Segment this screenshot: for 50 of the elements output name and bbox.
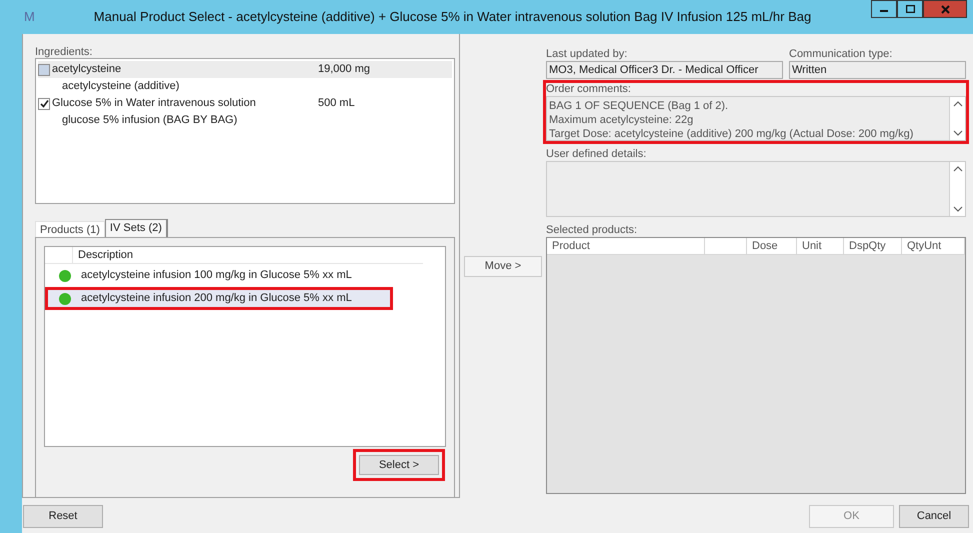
- field-label: Last updated by:: [546, 48, 628, 61]
- maximize-button[interactable]: [897, 0, 923, 18]
- column-header[interactable]: DspQty: [844, 238, 902, 254]
- tab[interactable]: IV Sets (2): [104, 219, 168, 237]
- product-description: acetylcysteine infusion 200 mg/kg in Glucose 5% xx mL: [80, 291, 352, 306]
- column-header[interactable]: QtyUnt: [902, 238, 965, 254]
- tab[interactable]: Products (1): [35, 221, 105, 237]
- comment-line: Maximum acetylcysteine: 22g: [549, 113, 694, 127]
- product-row[interactable]: acetylcysteine infusion 200 mg/kg in Glucose 5% xx mL: [48, 290, 390, 307]
- ingredient-amount: 19,000 mg: [318, 62, 370, 78]
- column-header[interactable]: Dose: [747, 238, 797, 254]
- communication-type-field[interactable]: Written: [789, 61, 966, 79]
- field-label: Order comments:: [546, 83, 632, 96]
- column-header[interactable]: Description: [73, 247, 134, 263]
- comment-line: BAG 1 OF SEQUENCE (Bag 1 of 2).: [549, 99, 730, 113]
- product-description: acetylcysteine infusion 100 mg/kg in Glucose 5% xx mL: [80, 268, 352, 284]
- reset-button[interactable]: Reset: [23, 505, 103, 528]
- scrollbar[interactable]: [949, 162, 965, 216]
- column-header[interactable]: Product: [547, 238, 705, 254]
- checkbox[interactable]: [38, 64, 50, 76]
- close-icon: [940, 4, 950, 14]
- column-header[interactable]: Unit: [797, 238, 844, 254]
- maximize-icon: [906, 5, 914, 13]
- user-defined-field[interactable]: [546, 161, 966, 217]
- ingredient-name: Glucose 5% in Water intravenous solution: [52, 96, 257, 112]
- field-label: User defined details:: [546, 147, 648, 161]
- status-dot-icon: [59, 292, 71, 304]
- ingredient-detail: acetylcysteine (additive): [61, 79, 180, 94]
- comment-line: Target Dose: acetylcysteine (additive) 200 mg/kg (Actual Dose: 200 mg/kg): [549, 127, 914, 141]
- app-icon: M: [24, 7, 42, 27]
- cancel-button[interactable]: Cancel: [899, 505, 969, 528]
- order-comments-field[interactable]: BAG 1 OF SEQUENCE (Bag 1 of 2). Maximum acetylcysteine: 22g Target Dose: acetylcysteine (additive) 200 mg/kg (Actual Dose: 200 mg/kg): [546, 96, 966, 141]
- product-row[interactable]: acetylcysteine infusion 100 mg/kg in Glucose 5% xx mL: [48, 267, 390, 284]
- field-label: Selected products:: [546, 223, 638, 237]
- checkbox[interactable]: [38, 98, 50, 110]
- move-button[interactable]: Move >: [464, 256, 542, 276]
- ingredient-row[interactable]: Glucose 5% in Water intravenous solution 500 mL: [38, 95, 452, 112]
- window-title: Manual Product Select - acetylcysteine (additive) + Glucose 5% in Water intravenous solution Bag IV Infusion 125 mL/hr Bag: [94, 8, 812, 26]
- close-button[interactable]: [923, 0, 967, 18]
- ingredient-row[interactable]: acetylcysteine 19,000 mg: [38, 61, 452, 78]
- status-dot-icon: [59, 270, 71, 282]
- ingredient-amount: 500 mL: [318, 96, 355, 112]
- ingredient-detail: glucose 5% infusion (BAG BY BAG): [61, 113, 238, 128]
- select-button[interactable]: Select >: [359, 455, 439, 475]
- ingredient-name: acetylcysteine: [52, 62, 122, 78]
- scrollbar[interactable]: [949, 97, 965, 140]
- last-updated-field[interactable]: MO3, Medical Officer3 Dr. - Medical Officer: [546, 61, 783, 79]
- minimize-button[interactable]: [871, 0, 897, 18]
- field-label: Communication type:: [789, 48, 894, 61]
- ingredients-label: Ingredients:: [35, 45, 94, 58]
